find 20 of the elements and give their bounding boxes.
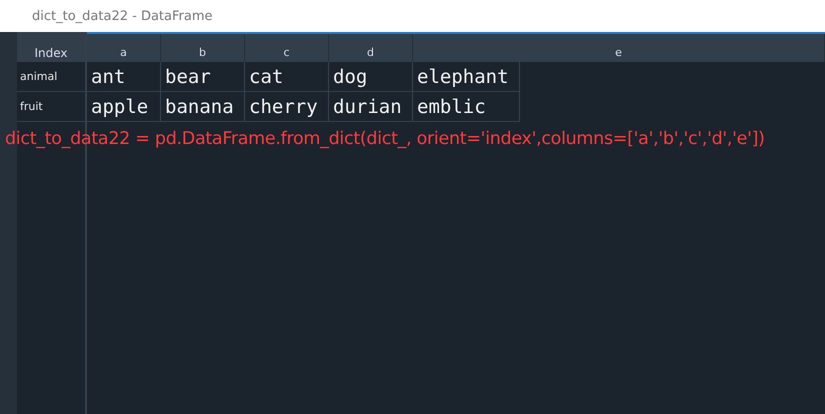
table-cell: durian bbox=[329, 92, 413, 122]
table-cell: bear bbox=[161, 62, 245, 92]
table-cell: cat bbox=[245, 62, 329, 92]
row-index-cell: animal bbox=[17, 62, 85, 92]
table-cell: dog bbox=[329, 62, 413, 92]
table-cell: banana bbox=[161, 92, 245, 122]
table-cell: emblic bbox=[413, 92, 520, 122]
row-index-cell: fruit bbox=[17, 92, 85, 122]
table-cell: apple bbox=[87, 92, 161, 122]
column-header[interactable]: c bbox=[245, 34, 329, 62]
window-title: dict_to_data22 - DataFrame bbox=[32, 8, 212, 24]
column-header[interactable]: a bbox=[87, 34, 161, 62]
table-cell: elephant bbox=[413, 62, 520, 92]
column-header[interactable]: d bbox=[329, 34, 413, 62]
column-header[interactable]: b bbox=[161, 34, 245, 62]
column-header[interactable]: e bbox=[413, 34, 825, 62]
index-header[interactable]: Index bbox=[17, 32, 85, 62]
code-annotation: dict_to_data22 = pd.DataFrame.from_dict(dict_, orient='index',columns=['a','b','c','d','e']) bbox=[5, 129, 765, 149]
table-cell: cherry bbox=[245, 92, 329, 122]
table-cell: ant bbox=[87, 62, 161, 92]
